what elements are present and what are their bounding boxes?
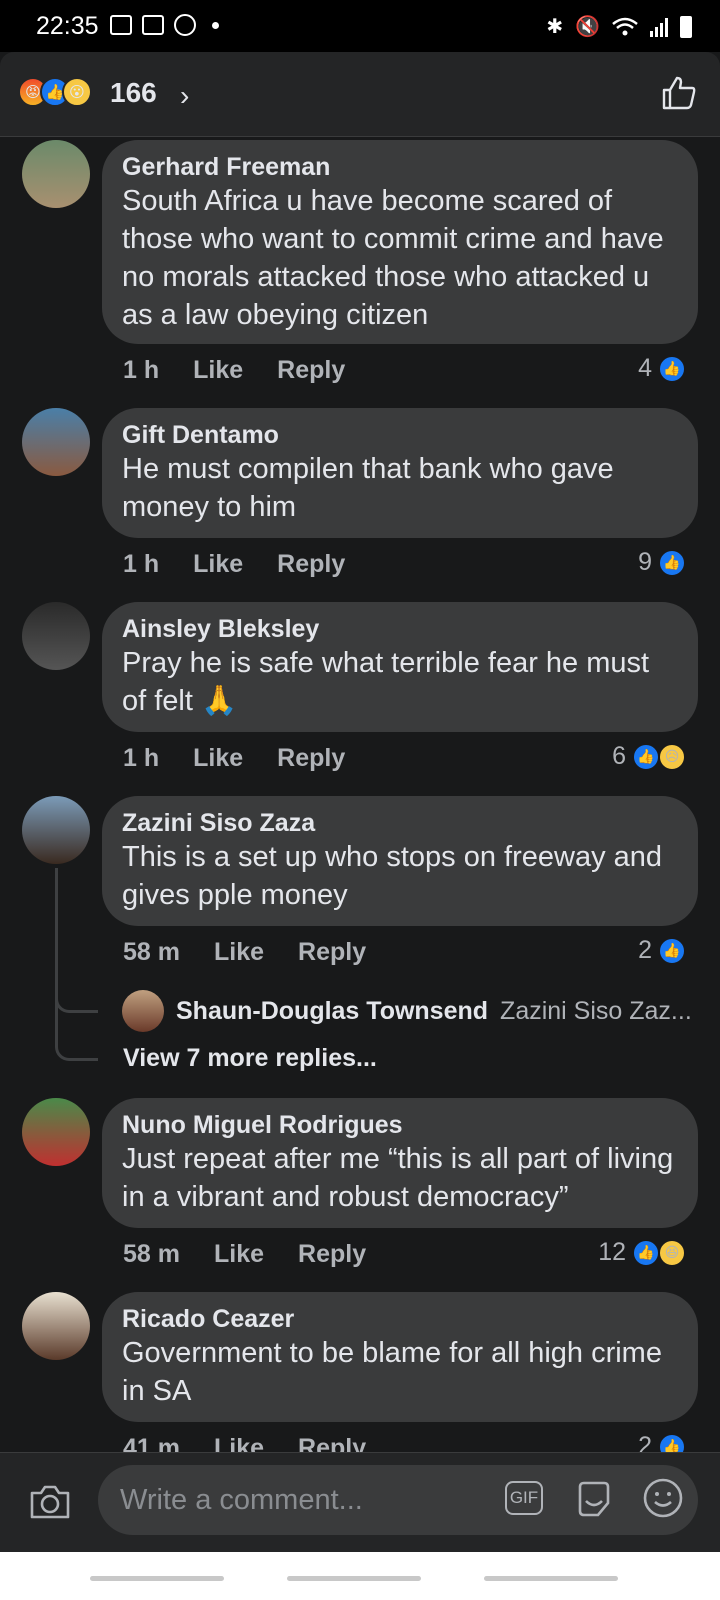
like-icon: 👍 <box>658 354 686 383</box>
like-icon: 👍 <box>658 548 686 577</box>
like-button[interactable]: Like <box>214 938 264 967</box>
chevron-right-icon[interactable]: › <box>180 80 189 112</box>
avatar[interactable] <box>22 796 90 864</box>
avatar[interactable] <box>22 1098 90 1166</box>
parking-icon <box>142 15 164 35</box>
comment-text: Just repeat after me “this is all part o… <box>122 1143 674 1213</box>
system-nav-bar <box>0 1552 720 1600</box>
comment-reactions[interactable]: 12 👍 😆 <box>598 1238 686 1267</box>
status-time: 22:35 <box>36 12 99 40</box>
comment-time[interactable]: 58 m <box>123 938 180 967</box>
comment-bubble[interactable]: Ainsley Bleksley Pray he is safe what te… <box>102 602 698 732</box>
avatar[interactable] <box>22 140 90 208</box>
comment-reactions[interactable]: 2 👍 <box>638 936 686 965</box>
view-more-replies-link[interactable]: View 7 more replies... <box>123 1044 377 1073</box>
comment-reactions[interactable]: 4 👍 <box>638 354 686 383</box>
comment-actions: 1 h Like Reply <box>123 356 345 385</box>
sad-icon: 😥 <box>658 742 686 771</box>
reply-preview[interactable]: Shaun-Douglas Townsend Zazini Siso Zaz..… <box>122 990 692 1032</box>
comment-text: Government to be blame for all high crim… <box>122 1337 662 1407</box>
bluetooth-icon: ✱ <box>546 16 564 38</box>
comment-actions: 58 m Like Reply <box>123 1240 366 1269</box>
comment-composer: Write a comment... GIF <box>0 1452 720 1553</box>
nav-home-button[interactable] <box>287 1576 421 1581</box>
comment-text: Pray he is safe what terrible fear he mu… <box>122 647 650 717</box>
reaction-count: 2 <box>638 936 652 964</box>
comment-bubble[interactable]: Gerhard Freeman South Africa u have beco… <box>102 140 698 344</box>
reactions-header: 😡 👍 😮 166 › <box>0 52 720 137</box>
comment-actions: 58 m Like Reply <box>123 938 366 967</box>
comment-text: This is a set up who stops on freeway an… <box>122 841 663 911</box>
system-icons: ✱ 🔇 <box>546 14 692 39</box>
nav-back-button[interactable] <box>484 1576 618 1581</box>
reply-author[interactable]: Shaun-Douglas Townsend <box>176 997 488 1026</box>
sticker-icon[interactable] <box>574 1479 614 1519</box>
comment-actions: 1 h Like Reply <box>123 744 345 773</box>
avatar[interactable] <box>122 990 164 1032</box>
comment-bubble[interactable]: Nuno Miguel Rodrigues Just repeat after … <box>102 1098 698 1228</box>
wifi-icon <box>612 17 638 35</box>
reply-button[interactable]: Reply <box>277 550 345 579</box>
comment-reactions[interactable]: 6 👍 😥 <box>612 742 686 771</box>
signal-icon <box>650 17 668 37</box>
like-button[interactable]: Like <box>193 356 243 385</box>
comment-bubble[interactable]: Ricado Ceazer Government to be blame for… <box>102 1292 698 1422</box>
like-button[interactable]: Like <box>214 1240 264 1269</box>
gif-button[interactable]: GIF <box>505 1481 543 1515</box>
like-icon: 👍 <box>632 742 660 771</box>
comment-author[interactable]: Zazini Siso Zaza <box>122 808 678 838</box>
haha-icon: 😆 <box>658 1238 686 1267</box>
reply-button[interactable]: Reply <box>277 356 345 385</box>
comment-author[interactable]: Ricado Ceazer <box>122 1304 678 1334</box>
emoji-icon[interactable] <box>642 1477 684 1519</box>
comment-author[interactable]: Ainsley Bleksley <box>122 614 678 644</box>
reaction-count[interactable]: 166 <box>110 77 157 109</box>
thread-branch <box>55 1038 98 1061</box>
reaction-summary[interactable]: 😡 👍 😮 <box>18 77 92 107</box>
reaction-count: 6 <box>612 742 626 770</box>
comment-time[interactable]: 58 m <box>123 1240 180 1269</box>
avatar[interactable] <box>22 1292 90 1360</box>
comment-reactions[interactable]: 9 👍 <box>638 548 686 577</box>
thread-line <box>55 868 58 1038</box>
like-button[interactable]: Like <box>193 550 243 579</box>
camera-icon[interactable] <box>28 1481 72 1521</box>
comment-author[interactable]: Gift Dentamo <box>122 420 678 450</box>
like-icon: 👍 <box>632 1238 660 1267</box>
reply-button[interactable]: Reply <box>298 1240 366 1269</box>
comment-author[interactable]: Nuno Miguel Rodrigues <box>122 1110 678 1140</box>
reply-button[interactable]: Reply <box>277 744 345 773</box>
like-post-icon[interactable] <box>660 74 698 112</box>
more-notifications-icon <box>212 21 219 29</box>
mute-icon: 🔇 <box>575 16 600 38</box>
avatar[interactable] <box>22 602 90 670</box>
reaction-count: 4 <box>638 354 652 382</box>
comment-text: South Africa u have become scared of tho… <box>122 185 664 331</box>
thread-branch <box>55 990 98 1013</box>
reply-snippet: Zazini Siso Zaz... <box>500 996 692 1025</box>
comment-bubble[interactable]: Zazini Siso Zaza This is a set up who st… <box>102 796 698 926</box>
image-icon <box>110 15 132 35</box>
reaction-count: 12 <box>598 1238 626 1266</box>
reply-button[interactable]: Reply <box>298 938 366 967</box>
nav-recents-button[interactable] <box>90 1576 224 1581</box>
comment-time[interactable]: 1 h <box>123 744 159 773</box>
battery-icon <box>680 15 692 38</box>
comment-bubble[interactable]: Gift Dentamo He must compilen that bank … <box>102 408 698 538</box>
comment-text: He must compilen that bank who gave mone… <box>122 453 614 523</box>
comment-time[interactable]: 1 h <box>123 356 159 385</box>
wow-icon: 😮 <box>62 77 92 107</box>
reaction-count: 9 <box>638 548 652 576</box>
comment-time[interactable]: 1 h <box>123 550 159 579</box>
status-bar: 22:35 ✱ 🔇 <box>0 0 720 52</box>
like-icon: 👍 <box>658 936 686 965</box>
comment-actions: 1 h Like Reply <box>123 550 345 579</box>
like-button[interactable]: Like <box>193 744 243 773</box>
comment-author[interactable]: Gerhard Freeman <box>122 152 678 182</box>
avatar[interactable] <box>22 408 90 476</box>
messenger-icon <box>174 14 196 36</box>
notification-icons <box>110 14 219 36</box>
